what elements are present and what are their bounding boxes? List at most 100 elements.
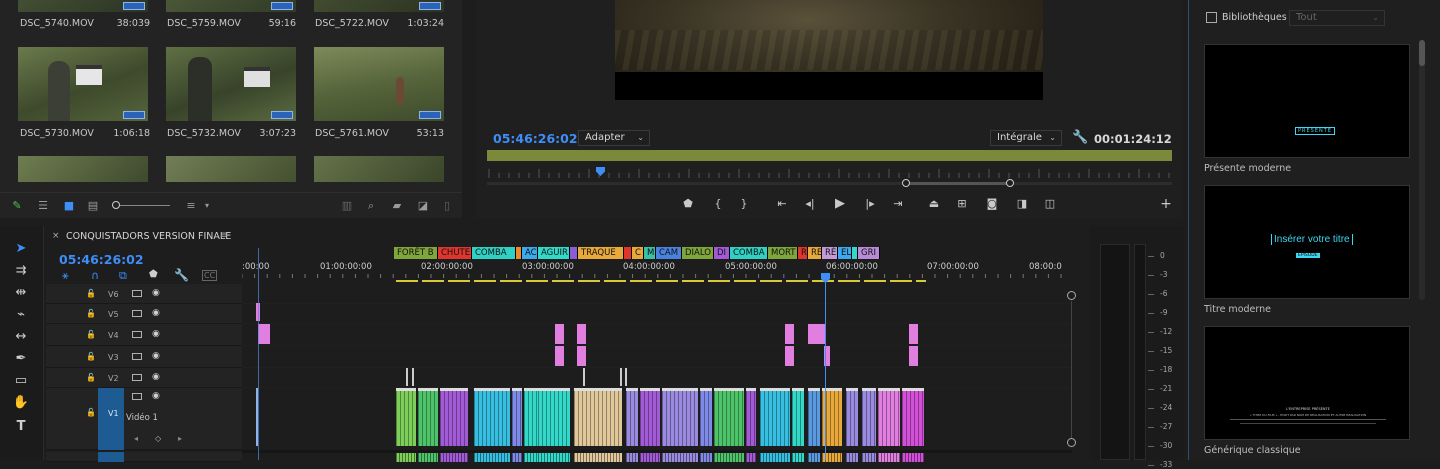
list-view-icon[interactable]: ☰ [36, 199, 50, 213]
clip-v3[interactable] [555, 346, 564, 366]
clip-v1[interactable] [512, 388, 522, 446]
sync-lock-icon[interactable] [132, 290, 142, 297]
marker[interactable]: RÉ [822, 247, 838, 259]
new-item-icon[interactable]: ◪ [416, 199, 430, 213]
clip-thumbnail[interactable] [18, 156, 148, 182]
clip-a1[interactable] [574, 453, 622, 462]
template-name[interactable]: Présente moderne [1204, 163, 1291, 174]
clip-v1[interactable] [760, 388, 790, 446]
captions-icon[interactable]: CC [202, 270, 218, 281]
scrub-bar[interactable] [487, 165, 1172, 179]
clip-v1[interactable] [626, 388, 638, 446]
clip-a1[interactable] [846, 453, 858, 462]
selection-tool-icon[interactable]: ➤ [12, 240, 30, 258]
track-header-v4[interactable]: 🔓 V4 ◉ [46, 324, 242, 346]
scroll-handle-bottom[interactable] [1067, 438, 1076, 447]
marker[interactable]: AC [522, 247, 538, 259]
slip-tool-icon[interactable]: ↔ [12, 328, 30, 346]
clip-a1[interactable] [902, 453, 924, 462]
clip-v1[interactable] [662, 388, 698, 446]
marker[interactable]: CAM [656, 247, 682, 259]
clip-v2[interactable] [583, 368, 585, 386]
clip-thumbnail[interactable] [18, 0, 148, 12]
template-name[interactable]: Titre moderne [1204, 304, 1271, 315]
clip-a1[interactable] [640, 453, 660, 462]
clip-thumbnail[interactable] [166, 47, 296, 121]
zoom-slider-handle[interactable] [112, 201, 120, 209]
clip-a1[interactable] [440, 453, 468, 462]
clip-v4[interactable] [785, 324, 794, 344]
mark-out-icon[interactable]: } [736, 196, 752, 212]
razor-tool-icon[interactable]: ⌁ [12, 306, 30, 324]
clip-a1[interactable] [700, 453, 712, 462]
lock-icon[interactable]: 🔓 [86, 408, 96, 417]
zoom-slider[interactable] [112, 205, 170, 206]
eye-icon[interactable]: ◉ [152, 391, 160, 401]
wrench-icon[interactable]: 🔧 [1072, 130, 1088, 145]
step-forward-icon[interactable]: |▸ [862, 196, 878, 212]
camera-icon[interactable]: ◙ [984, 196, 1000, 212]
clip-v1[interactable] [746, 388, 756, 446]
marker[interactable]: COMBA [472, 247, 516, 259]
add-marker-icon[interactable]: ⬟ [149, 269, 158, 280]
chevron-down-icon[interactable]: ▾ [200, 199, 214, 213]
track-header-v5[interactable]: 🔓 V5 ◉ [46, 304, 242, 324]
icon-view-icon[interactable]: ■ [62, 199, 76, 213]
go-to-out-icon[interactable]: ⇥ [890, 196, 906, 212]
eye-icon[interactable]: ◉ [152, 288, 160, 298]
snap-icon[interactable]: ∩ [91, 269, 99, 282]
marker[interactable] [570, 247, 578, 259]
quality-dropdown[interactable]: Intégrale ⌄ [990, 130, 1062, 146]
go-to-in-icon[interactable]: ⇤ [774, 196, 790, 212]
eye-icon[interactable]: ◉ [152, 329, 160, 339]
clip-name[interactable]: DSC_5732.MOV [167, 128, 241, 139]
zoom-scrollbar-thumb[interactable] [906, 182, 1010, 185]
work-area-bar[interactable] [487, 150, 1172, 161]
clip-name[interactable]: DSC_5730.MOV [20, 128, 94, 139]
pen-tool-icon[interactable]: ✒ [12, 350, 30, 368]
clip-v1[interactable] [846, 388, 858, 446]
clip-name[interactable]: DSC_5740.MOV [20, 18, 94, 29]
marker[interactable]: R [798, 247, 808, 259]
search-icon[interactable]: ⌕ [364, 199, 378, 213]
clip-v1[interactable] [396, 388, 416, 446]
marker[interactable]: TRAQUE [578, 247, 624, 259]
extract-icon[interactable]: ⊞ [954, 196, 970, 212]
eye-icon[interactable]: ◉ [152, 308, 160, 318]
marker[interactable]: DI [714, 247, 730, 259]
marker[interactable]: MORT [768, 247, 798, 259]
clip-v3[interactable] [909, 346, 918, 366]
track-header-v3[interactable]: 🔓 V3 ◉ [46, 346, 242, 368]
clip-a1[interactable] [418, 453, 438, 462]
new-bin-icon[interactable]: ▰ [390, 199, 404, 213]
play-icon[interactable]: ▶ [832, 196, 848, 212]
nest-icon[interactable]: ⚹ [62, 269, 69, 283]
sync-lock-icon[interactable] [132, 331, 142, 338]
clip-a1[interactable] [626, 453, 638, 462]
clip-a1[interactable] [396, 453, 416, 462]
clip-v2[interactable] [620, 368, 622, 386]
clip-a1[interactable] [524, 453, 538, 462]
clip-a1[interactable] [474, 453, 510, 462]
track-header-a1[interactable] [46, 452, 242, 462]
track-header-v1[interactable]: 🔓 V1 ◉ Vidéo 1 ◂ ◇ ▸ [46, 388, 242, 450]
clip-thumbnail[interactable] [166, 156, 296, 182]
lock-icon[interactable]: 🔓 [86, 309, 96, 318]
marker[interactable]: FORÊT B [394, 247, 438, 259]
clip-a1[interactable] [862, 453, 876, 462]
rectangle-tool-icon[interactable]: ▭ [12, 372, 30, 390]
clip-v4[interactable] [555, 324, 564, 344]
mark-in-icon[interactable]: { [710, 196, 726, 212]
marker[interactable]: COMBA [730, 247, 768, 259]
eye-icon[interactable]: ◉ [152, 351, 160, 361]
graphics-scrollbar[interactable] [1419, 40, 1425, 300]
clip-v4[interactable] [808, 324, 826, 344]
marker[interactable]: AGUIR [538, 247, 570, 259]
fit-dropdown[interactable]: Adapter ⌄ [578, 130, 650, 146]
clip-thumbnail[interactable] [314, 0, 444, 12]
eye-icon[interactable]: ◉ [152, 372, 160, 382]
lock-icon[interactable]: 🔓 [86, 352, 96, 361]
clip-a1[interactable] [512, 453, 522, 462]
template-thumbnail[interactable]: PRÉSENTE [1204, 44, 1410, 158]
clip-a1[interactable] [714, 453, 744, 462]
